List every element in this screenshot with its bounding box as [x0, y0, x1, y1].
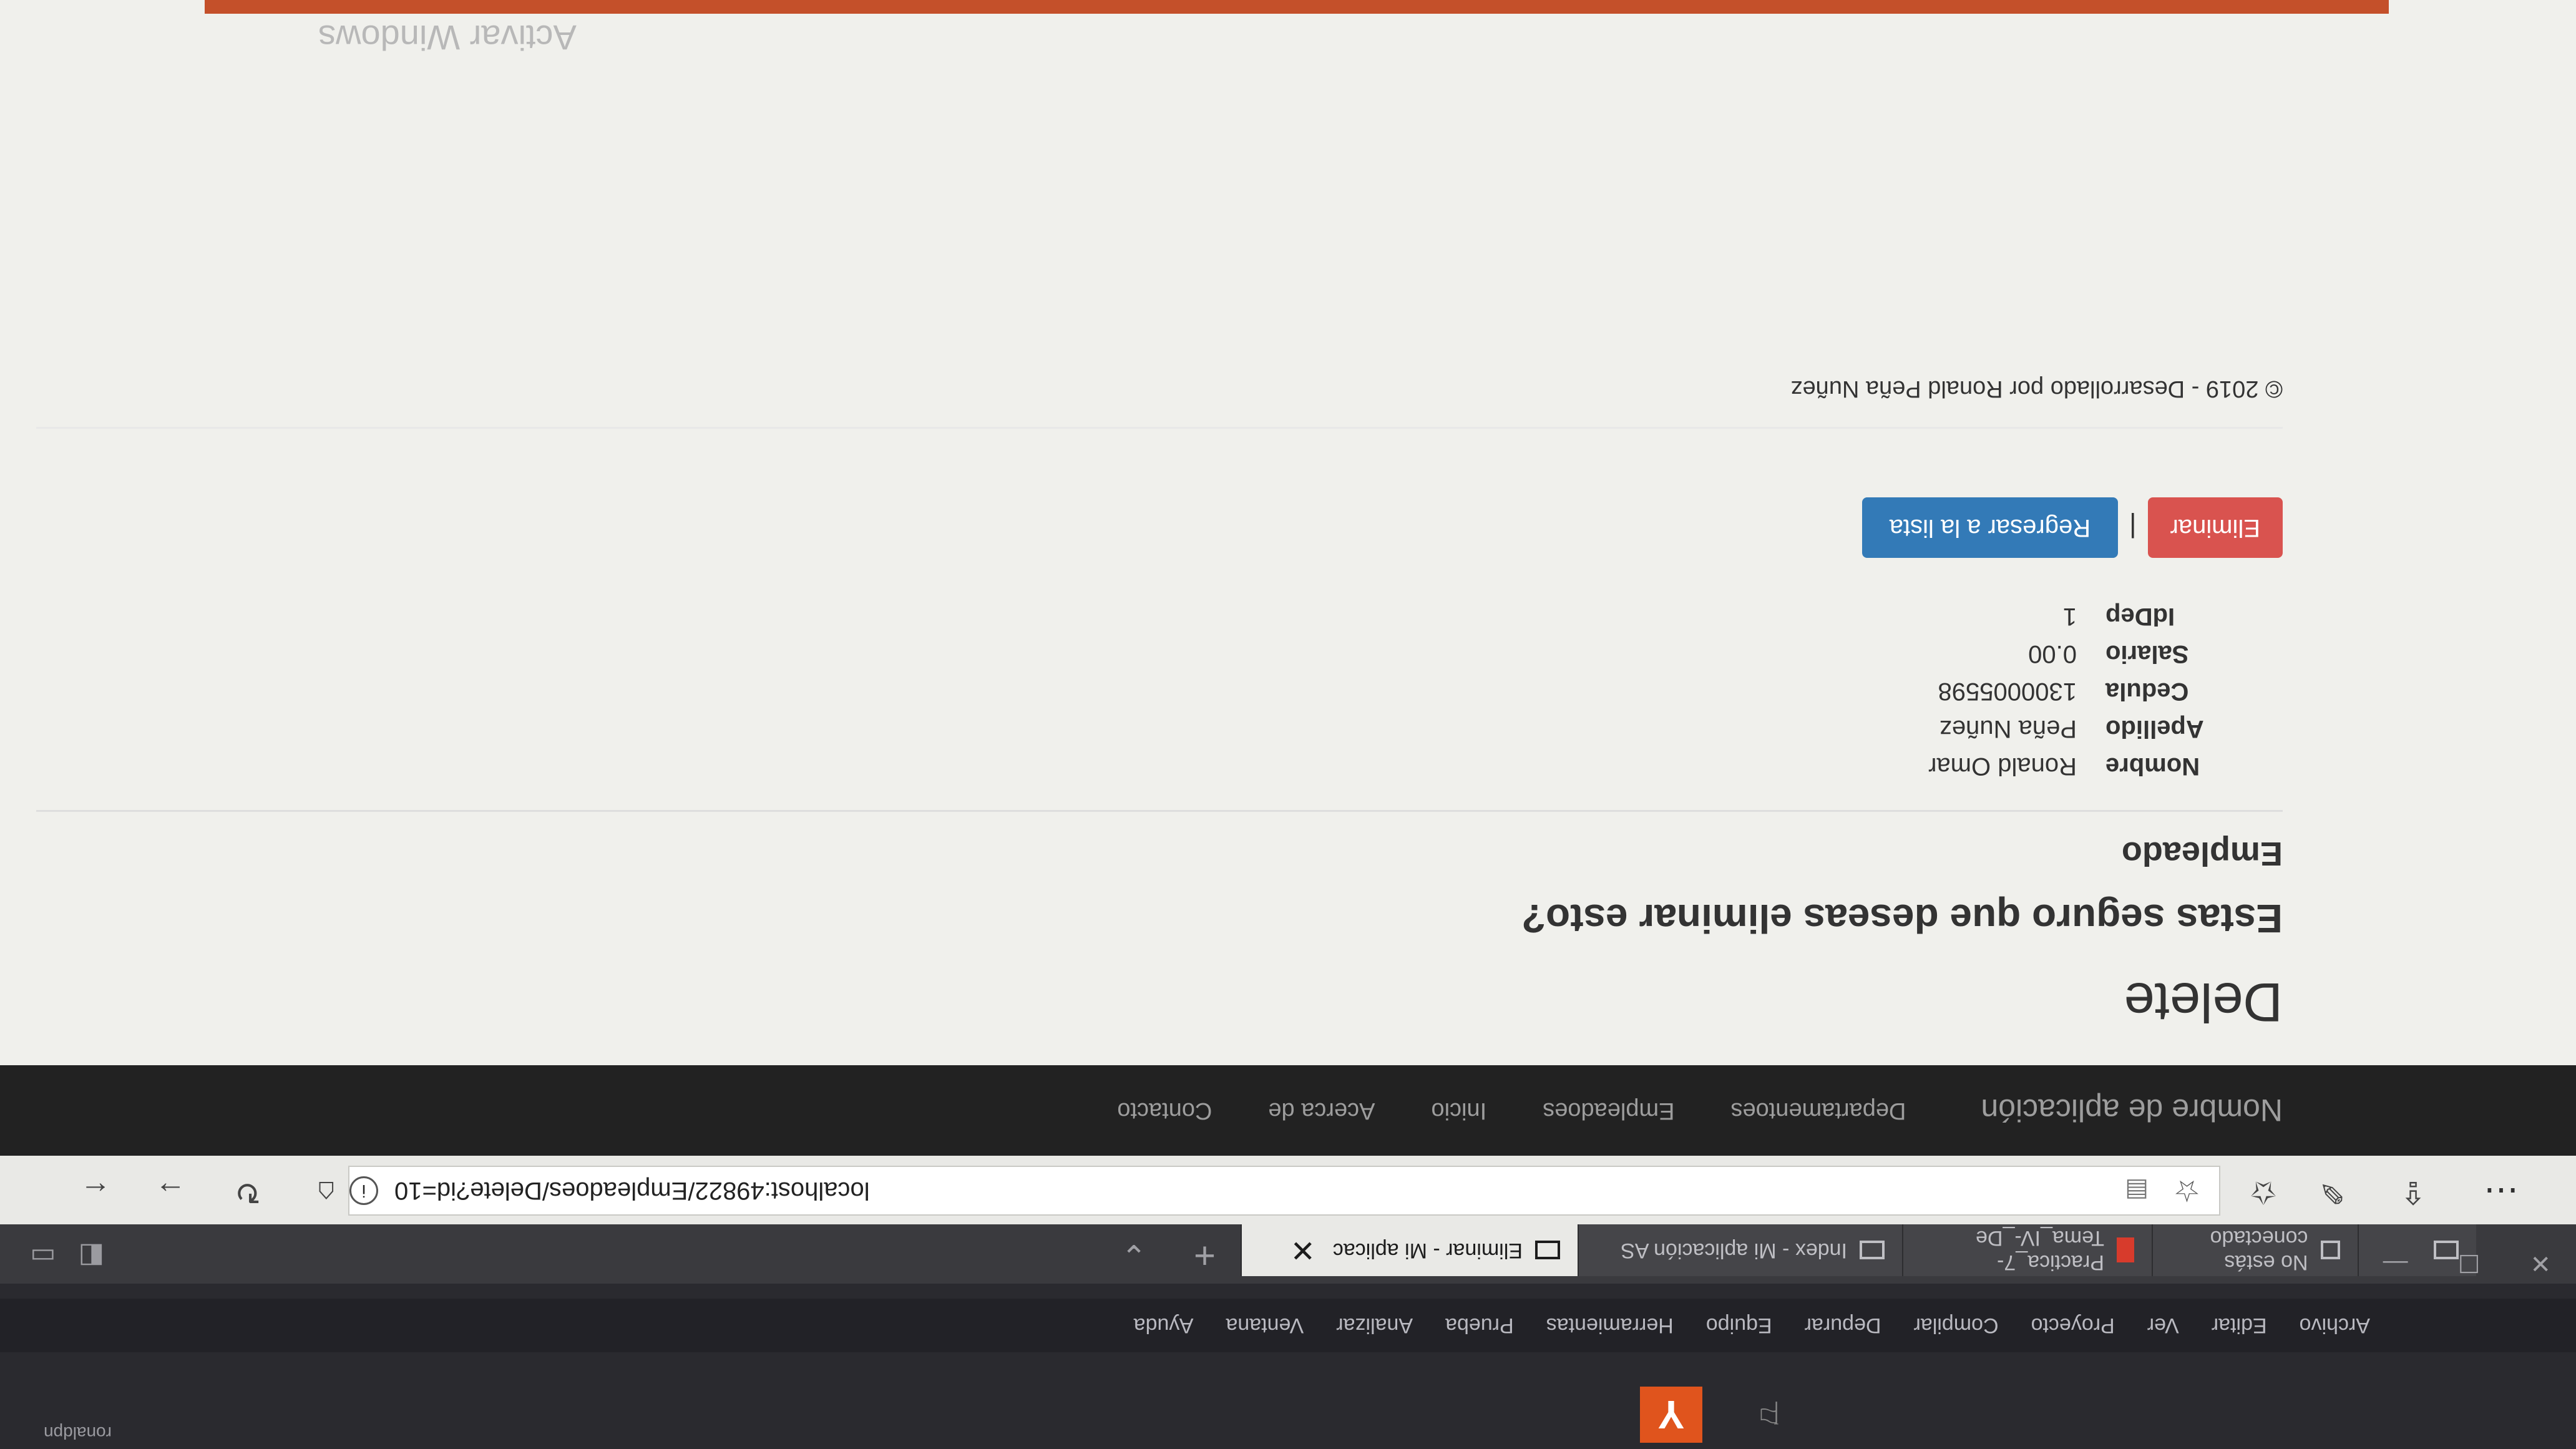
browser-navbar: ⋯ ⇪ ✎ ✩ ☆ ▤ localhost:49822/Empleadoes/D…	[0, 1154, 2576, 1224]
vs-menu-editar[interactable]: Editar	[2212, 1314, 2267, 1338]
window-controls: ✕ ☐ —	[2383, 1249, 2551, 1277]
field-row-apellido: Apellido Peña Nuñez	[36, 710, 2283, 748]
visual-studio-window: ronaldpn Y ⚐ Archivo Editar Ver Proyecto…	[0, 1284, 2576, 1449]
forward-icon[interactable]: →	[155, 1174, 186, 1211]
app-navbar: Nombre de aplicación Departamentoes Empl…	[0, 1065, 2576, 1156]
more-options-icon[interactable]: ⋯	[2484, 1169, 2519, 1213]
tab-tools: ◧ ▭	[30, 1241, 104, 1272]
app-brand[interactable]: Nombre de aplicación	[1981, 1093, 2283, 1129]
vs-menu-compilar[interactable]: Compilar	[1914, 1314, 1999, 1338]
form-actions: Eliminar | Regresar a la lista	[36, 497, 2283, 558]
page-content: Delete Estas seguro que deseas eliminar …	[36, 351, 2283, 1034]
field-value: Peña Nuñez	[1939, 715, 2077, 743]
divider	[36, 810, 2283, 812]
vs-user-name: ronaldpn	[44, 1423, 112, 1443]
url-text[interactable]: localhost:49822/Empleadoes/Delete?id=10	[394, 1177, 870, 1205]
delete-confirmation-question: Estas seguro que deseas eliminar esto?	[1521, 896, 2283, 941]
page-icon	[2320, 1241, 2340, 1260]
field-row-iddep: IdDep 1	[36, 598, 2283, 635]
field-row-cedula: Cedula 1300005598	[36, 673, 2283, 710]
entity-subheading: Empleado	[2121, 835, 2283, 872]
tab-sidebar-icon[interactable]: ◧	[79, 1241, 105, 1272]
vs-menu-ver[interactable]: Ver	[2147, 1314, 2179, 1338]
footer-text: © 2019 - Desarrollado por Ronald Peña Nu…	[1790, 376, 2283, 402]
field-row-nombre: Nombre Ronald Omar	[36, 748, 2283, 785]
tab-preview-chevron-icon[interactable]: ⌄	[1121, 1237, 1147, 1274]
field-label: IdDep	[2105, 603, 2175, 630]
delete-button[interactable]: Eliminar	[2147, 497, 2283, 558]
nav-departamentoes[interactable]: Departamentoes	[1730, 1097, 1906, 1124]
site-info-icon[interactable]: i	[349, 1176, 378, 1205]
tab-label: No estás conectado	[2210, 1226, 2308, 1275]
new-tab-icon[interactable]: +	[1194, 1234, 1216, 1277]
pen-icon[interactable]: ✎	[2319, 1174, 2345, 1211]
vs-menu-ayuda[interactable]: Ayuda	[1134, 1314, 1194, 1338]
tab-practica-pdf[interactable]: Practica_7-Tema_IV-_De	[1902, 1224, 2152, 1276]
field-row-salario: Salario 0.00	[36, 635, 2283, 673]
maximize-window-icon[interactable]: ☐	[2458, 1249, 2481, 1277]
tab-label: Practica_7-Tema_IV-_De	[1976, 1226, 2104, 1275]
tab-eliminar[interactable]: Eliminar - Mi aplicac ✕	[1241, 1224, 1578, 1276]
back-icon[interactable]: ←	[80, 1174, 111, 1211]
tab-label: Index - Mi aplicación AS	[1621, 1239, 1847, 1262]
tab-aside-icon[interactable]: ▭	[30, 1241, 56, 1272]
vs-logo-icon: Y	[1640, 1387, 1702, 1443]
windows-activation-watermark: Activar Windows	[318, 18, 577, 57]
page-icon	[1860, 1241, 1885, 1260]
vs-menu-equipo[interactable]: Equipo	[1706, 1314, 1772, 1338]
field-label: Cedula	[2105, 678, 2189, 705]
minimize-window-icon[interactable]: —	[2383, 1249, 2408, 1277]
footer-divider	[36, 427, 2283, 429]
page-title: Delete	[2124, 972, 2283, 1033]
favorites-hub-icon[interactable]: ✩	[2250, 1174, 2276, 1211]
tab-not-signed-in-2[interactable]: No estás conectado	[2152, 1224, 2358, 1276]
pdf-icon	[2117, 1237, 2134, 1263]
address-bar[interactable]: ☆ ▤ localhost:49822/Empleadoes/Delete?id…	[348, 1166, 2220, 1216]
page-icon	[1535, 1241, 1560, 1260]
vs-menu-proyecto[interactable]: Proyecto	[2031, 1314, 2115, 1338]
tab-index[interactable]: Index - Mi aplicación AS	[1578, 1224, 1902, 1276]
vs-menu-prueba[interactable]: Prueba	[1445, 1314, 1514, 1338]
back-to-list-button[interactable]: Regresar a la lista	[1861, 497, 2119, 558]
tab-strip: No estás conectado Practica_7-Tema_IV-_D…	[0, 1224, 2576, 1284]
vs-menu-herramientas[interactable]: Herramientas	[1546, 1314, 1674, 1338]
field-value: Ronald Omar	[1928, 753, 2077, 780]
reading-view-icon[interactable]: ▤	[2125, 1176, 2149, 1205]
tab-label: Eliminar - Mi aplicac	[1332, 1239, 1523, 1262]
photo-scene: ronaldpn Y ⚐ Archivo Editar Ver Proyecto…	[0, 0, 2576, 1449]
field-value: 0.00	[2028, 640, 2077, 668]
close-tab-icon[interactable]: ✕	[1290, 1233, 1315, 1268]
nav-inicio[interactable]: Inicio	[1432, 1097, 1487, 1124]
vs-menu-ventana[interactable]: Ventana	[1226, 1314, 1304, 1338]
feedback-icon[interactable]: ⚐	[1755, 1394, 1783, 1430]
home-icon[interactable]: ⌂	[317, 1174, 336, 1211]
vs-menu-analizar[interactable]: Analizar	[1336, 1314, 1413, 1338]
refresh-icon[interactable]: ↻	[235, 1174, 261, 1211]
nav-empleadoes[interactable]: Empleadoes	[1543, 1097, 1674, 1124]
favorite-star-icon[interactable]: ☆	[2174, 1173, 2200, 1208]
field-label: Nombre	[2105, 753, 2200, 780]
vs-menu-depurar[interactable]: Depurar	[1805, 1314, 1881, 1338]
close-window-icon[interactable]: ✕	[2530, 1249, 2551, 1277]
edge-browser-window: No estás conectado Practica_7-Tema_IV-_D…	[0, 0, 2576, 1284]
field-value: 1300005598	[1938, 678, 2077, 705]
nav-contacto[interactable]: Contacto	[1117, 1097, 1212, 1124]
action-separator: |	[2129, 512, 2137, 544]
share-icon[interactable]: ⇪	[2400, 1174, 2426, 1211]
taskbar-strip	[205, 0, 2389, 14]
nav-acerca-de[interactable]: Acerca de	[1268, 1097, 1375, 1124]
vs-menu-archivo[interactable]: Archivo	[2300, 1314, 2370, 1338]
field-value: 1	[2062, 603, 2077, 630]
field-label: Salario	[2105, 640, 2189, 668]
field-label: Apellido	[2105, 715, 2204, 743]
vs-menubar: Archivo Editar Ver Proyecto Compilar Dep…	[0, 1299, 2576, 1352]
